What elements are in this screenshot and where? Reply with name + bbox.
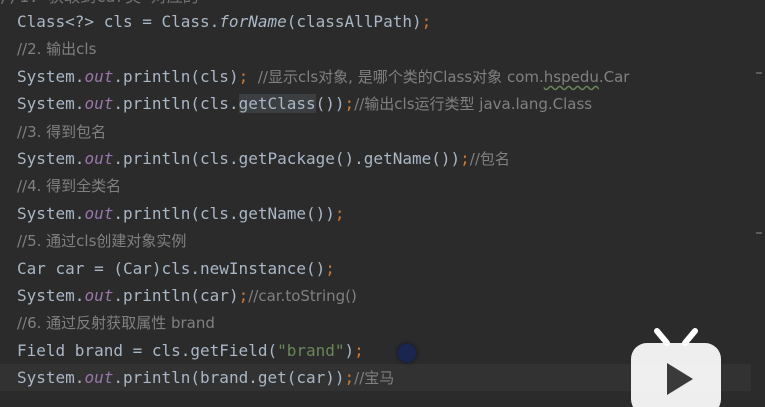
code-token: ()) [315, 94, 345, 114]
scroll-marker [756, 72, 762, 74]
code-token: ; [421, 12, 432, 31]
code-token: Car car = (Car)cls.newInstance() [17, 258, 326, 278]
code-token: .println(car) [113, 285, 239, 305]
code-line[interactable]: //4. 得到全类名 [17, 172, 765, 199]
code-line[interactable]: System.out.println(cls.getPackage().getN… [17, 145, 765, 172]
code-comment: //4. 得到全类名 [17, 177, 122, 196]
code-editor[interactable]: //1. 获取到Car类 对应的 Class<?> cls = Class.fo… [0, 0, 765, 407]
code-line[interactable]: System.out.println(cls.getName()); [17, 200, 765, 227]
code-token: System. [17, 94, 85, 114]
code-token: out [84, 368, 114, 388]
code-token: ; [344, 94, 355, 114]
partial-comment-line: //1. 获取到Car类 对应的 [0, 0, 600, 8]
code-token: ; [334, 203, 345, 223]
code-token: ; [354, 340, 364, 360]
code-token: "brand" [277, 340, 345, 360]
code-line[interactable]: System.out.println(cls.getClass());//输出c… [17, 90, 765, 117]
code-token: Field brand = cls.getField( [17, 340, 278, 360]
code-line[interactable]: //5. 通过cls创建对象实例 [17, 227, 765, 254]
code-line[interactable]: System.out.println(cls); //显示cls对象, 是哪个类… [17, 63, 765, 90]
code-comment: //car.toString() [248, 286, 357, 305]
code-comment: //6. 通过反射获取属性 brand [17, 314, 215, 333]
code-token: out [84, 66, 114, 86]
code-token: .println(brand.get(car)) [113, 368, 345, 388]
code-token: .println(cls.getPackage().getName()) [113, 148, 461, 168]
code-token: System. [17, 368, 85, 388]
code-token: forName [219, 12, 287, 31]
code-token: System. [17, 66, 85, 86]
code-token: .println(cls.getName()) [113, 203, 335, 223]
code-comment: .Car [598, 67, 630, 86]
editor-scrollbar[interactable] [751, 0, 765, 407]
code-comment: //2. 输出cls [17, 40, 97, 59]
code-comment: //宝马 [354, 369, 395, 388]
bilibili-tv-icon [631, 328, 721, 407]
code-token: ; [238, 66, 258, 86]
code-token: getClass [238, 94, 316, 114]
code-line[interactable]: Car car = (Car)cls.newInstance(); [17, 255, 765, 282]
code-token: Class<?> cls = Class. [17, 12, 220, 31]
code-token: ; [460, 148, 470, 168]
code-line[interactable]: //2. 输出cls [17, 35, 765, 62]
code-comment: //包名 [469, 149, 510, 168]
code-token: ; [325, 258, 335, 278]
code-line[interactable]: System.out.println(car);//car.toString() [17, 282, 765, 309]
code-token: .println(cls) [113, 66, 239, 86]
code-comment: //3. 得到包名 [17, 122, 107, 141]
code-line[interactable]: //3. 得到包名 [17, 118, 765, 145]
code-token: System. [17, 285, 85, 305]
code-comment: hspedu [543, 67, 599, 86]
code-token: out [84, 148, 114, 168]
code-token: ) [344, 340, 355, 360]
code-token: System. [17, 203, 85, 223]
code-token: ; [238, 285, 249, 305]
code-token: out [84, 203, 114, 223]
code-token: .println(cls. [113, 94, 239, 114]
code-comment: //5. 通过cls创建对象实例 [17, 232, 187, 251]
code-token: (classAllPath) [286, 12, 422, 31]
code-token: out [84, 94, 114, 114]
code-token: out [84, 285, 114, 305]
code-comment: //输出cls运行类型 java.lang.Class [354, 95, 593, 114]
code-token: ; [344, 368, 355, 388]
code-token: System. [17, 148, 85, 168]
scroll-marker [756, 232, 762, 234]
code-comment: //显示cls对象, 是哪个类的Class对象 com. [257, 67, 544, 86]
mouse-cursor-dot [398, 344, 416, 362]
code-line[interactable]: Class<?> cls = Class.forName(classAllPat… [17, 8, 765, 35]
